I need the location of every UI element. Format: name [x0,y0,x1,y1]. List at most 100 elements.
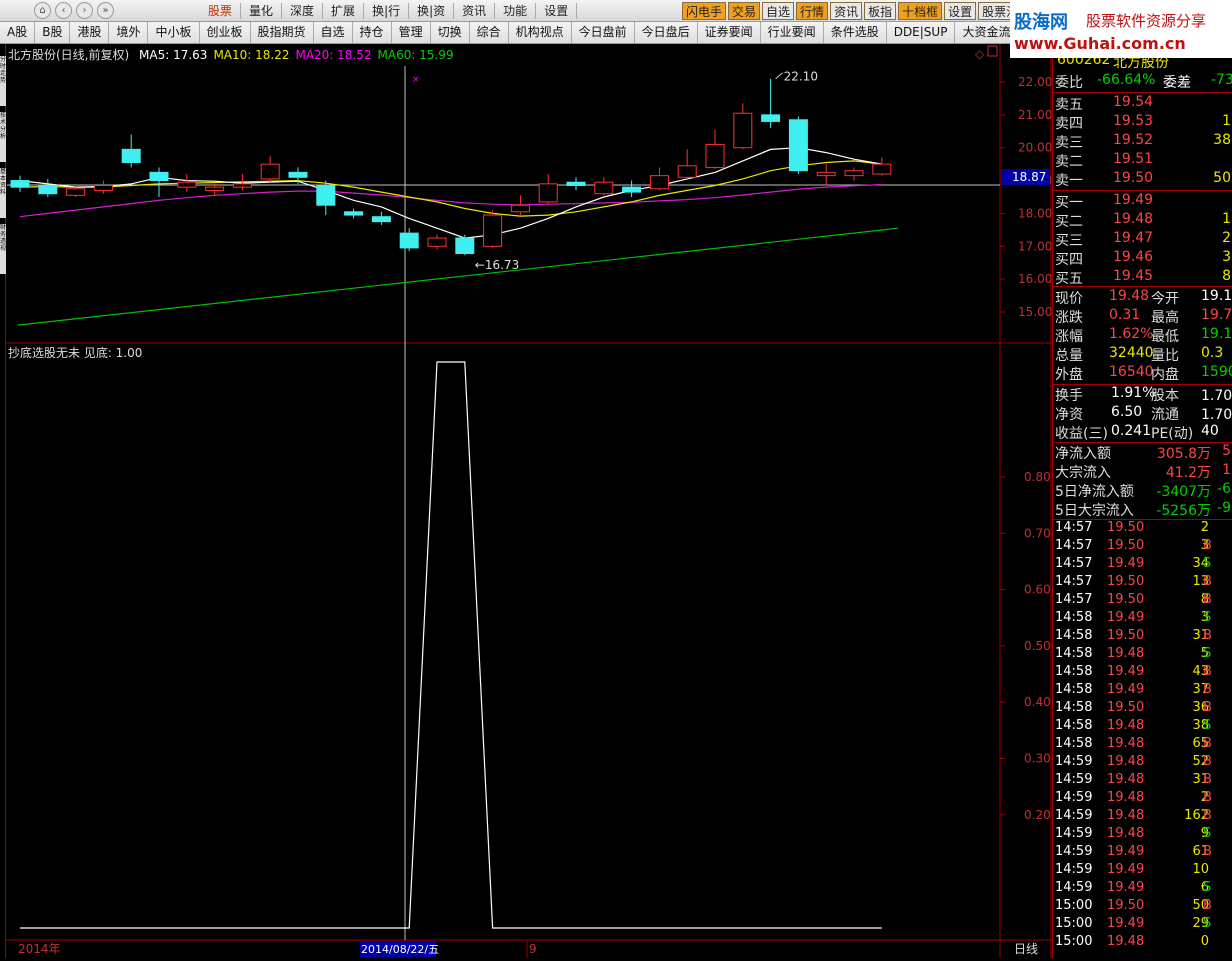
market-tab-8[interactable]: 持仓 [353,22,392,43]
fund-row: 净资 6.50 流通 1.70亿 [1053,404,1232,423]
stat-label: 最低 [1151,329,1179,345]
candle-body [427,237,447,247]
stat-label: 外盘 [1055,367,1083,383]
market-tab-1[interactable]: B股 [35,22,71,43]
market-tab-9[interactable]: 管理 [392,22,431,43]
home-icon[interactable]: ⌂ [34,2,51,19]
bid-label: 买三 [1055,233,1083,249]
window-toggle-icon [987,45,998,57]
fund-row: 换手 1.91%股本 1.70亿 [1053,385,1232,404]
market-tab-0[interactable]: A股 [0,22,36,43]
market-tab-18[interactable]: DDE|SUP [887,22,956,43]
quick-button-6[interactable]: 十档框 [898,2,943,20]
period-label: 日线 [1014,942,1038,956]
menu-item-8[interactable]: 设置 [536,3,578,19]
market-tab-3[interactable]: 境外 [109,22,149,43]
bid-label: 买二 [1055,214,1083,230]
forward-icon[interactable]: › [76,2,93,19]
candle-body [344,211,364,216]
menu-item-5[interactable]: 换|资 [409,3,455,19]
market-tab-16[interactable]: 行业要闻 [761,22,824,43]
flow-value: -3407万 [1156,484,1211,500]
menu-item-4[interactable]: 换|行 [364,3,410,19]
candle-body [594,181,614,195]
market-tab-6[interactable]: 股指期货 [251,22,314,43]
market-tab-14[interactable]: 今日盘后 [635,22,698,43]
market-tab-12[interactable]: 机构视点 [509,22,572,43]
tick-side: S [1203,880,1212,895]
menu-item-1[interactable]: 量化 [241,3,283,19]
stat-label: 现价 [1055,291,1083,307]
tick-row: 14:58 19.49 3 S [1053,610,1232,628]
market-tab-15[interactable]: 证券要闻 [698,22,761,43]
ask-price: 19.54 [1113,94,1154,110]
stat-value: 19.7 [1201,307,1232,323]
market-tab-19[interactable]: 大资金流 [955,22,1012,43]
quick-button-4[interactable]: 资讯 [830,2,863,20]
tick-row: 15:00 19.49 29 S [1053,916,1232,934]
logo-slogan: 股票软件资源分享 [1086,12,1207,30]
quick-button-1[interactable]: 交易 [728,2,761,20]
left-tab-2[interactable]: 基本资料 [0,168,6,218]
ask-volume: 38 [1213,132,1231,148]
date-mid-label: 9 [529,942,537,956]
candle-body [455,237,475,255]
high-label: 22.10 [784,70,818,84]
fund-label: PE(动) [1151,426,1194,442]
tick-row: 14:59 19.49 6 S [1053,880,1232,898]
ask-price: 19.52 [1113,132,1154,148]
market-tab-10[interactable]: 切换 [431,22,470,43]
tick-price: 19.49 [1107,610,1145,625]
ask-row: 卖三 19.52 38 [1053,132,1232,151]
stock-name: 北方股份 [1113,58,1169,71]
stat-value: 0.31 [1109,307,1141,323]
ask-price: 19.50 [1113,170,1154,186]
back-icon[interactable]: ‹ [55,2,72,19]
menu-item-7[interactable]: 功能 [495,3,537,19]
bid-row: 买三 19.47 2 [1053,230,1232,249]
market-tab-17[interactable]: 条件选股 [824,22,887,43]
candle-body [205,186,225,191]
ind-tick-label: 0.60 [1024,583,1051,597]
bid-label: 买一 [1055,195,1083,211]
market-tab-13[interactable]: 今日盘前 [572,22,635,43]
quick-button-2[interactable]: 自选 [762,2,795,20]
tick-side: S [1203,916,1212,931]
menu-item-0[interactable]: 股票 [200,3,242,19]
bid-volume: 8 [1222,268,1231,284]
tick-side: B [1203,628,1212,643]
kline-chart-area[interactable]: 22.0021.0020.0019.0018.0017.0016.0015.00… [0,44,1052,958]
market-tab-4[interactable]: 中小板 [148,22,200,43]
quick-button-3[interactable]: 行情 [796,2,829,20]
quick-button-0[interactable]: 闪电手 [682,2,727,20]
tick-price: 19.50 [1107,520,1145,535]
candle-body [844,170,864,177]
flow-label: 净流入额 [1055,446,1111,462]
tick-time: 14:58 [1055,610,1093,625]
left-tab-0[interactable]: 分时走势 [0,56,6,106]
candle-body [761,114,781,122]
high-pointer [775,72,783,80]
fund-label: 股本 [1151,388,1179,404]
market-tab-2[interactable]: 港股 [70,22,110,43]
market-tab-7[interactable]: 自选 [314,22,353,43]
quick-button-5[interactable]: 板指 [864,2,897,20]
stat-value: 1590 [1201,364,1232,380]
bid-price: 19.45 [1113,268,1154,284]
market-tab-5[interactable]: 创业板 [200,22,251,43]
left-tab-3[interactable]: 财务透视 [0,224,6,274]
tick-price: 19.49 [1107,682,1145,697]
left-tab-1[interactable]: 技术分析 [0,112,6,162]
menu-item-6[interactable]: 资讯 [454,3,496,19]
menu-item-3[interactable]: 扩展 [323,3,365,19]
y-tick-label: 18.00 [1018,206,1052,220]
tick-price: 19.50 [1107,700,1145,715]
tick-side: S [1203,646,1212,661]
tick-volume: 2 [1200,520,1209,535]
tick-row: 14:59 19.49 10 [1053,862,1232,880]
candle-body [705,143,725,168]
quick-button-7[interactable]: 设置 [944,2,977,20]
expand-icon[interactable]: » [97,2,114,19]
market-tab-11[interactable]: 综合 [470,22,509,43]
menu-item-2[interactable]: 深度 [282,3,324,19]
